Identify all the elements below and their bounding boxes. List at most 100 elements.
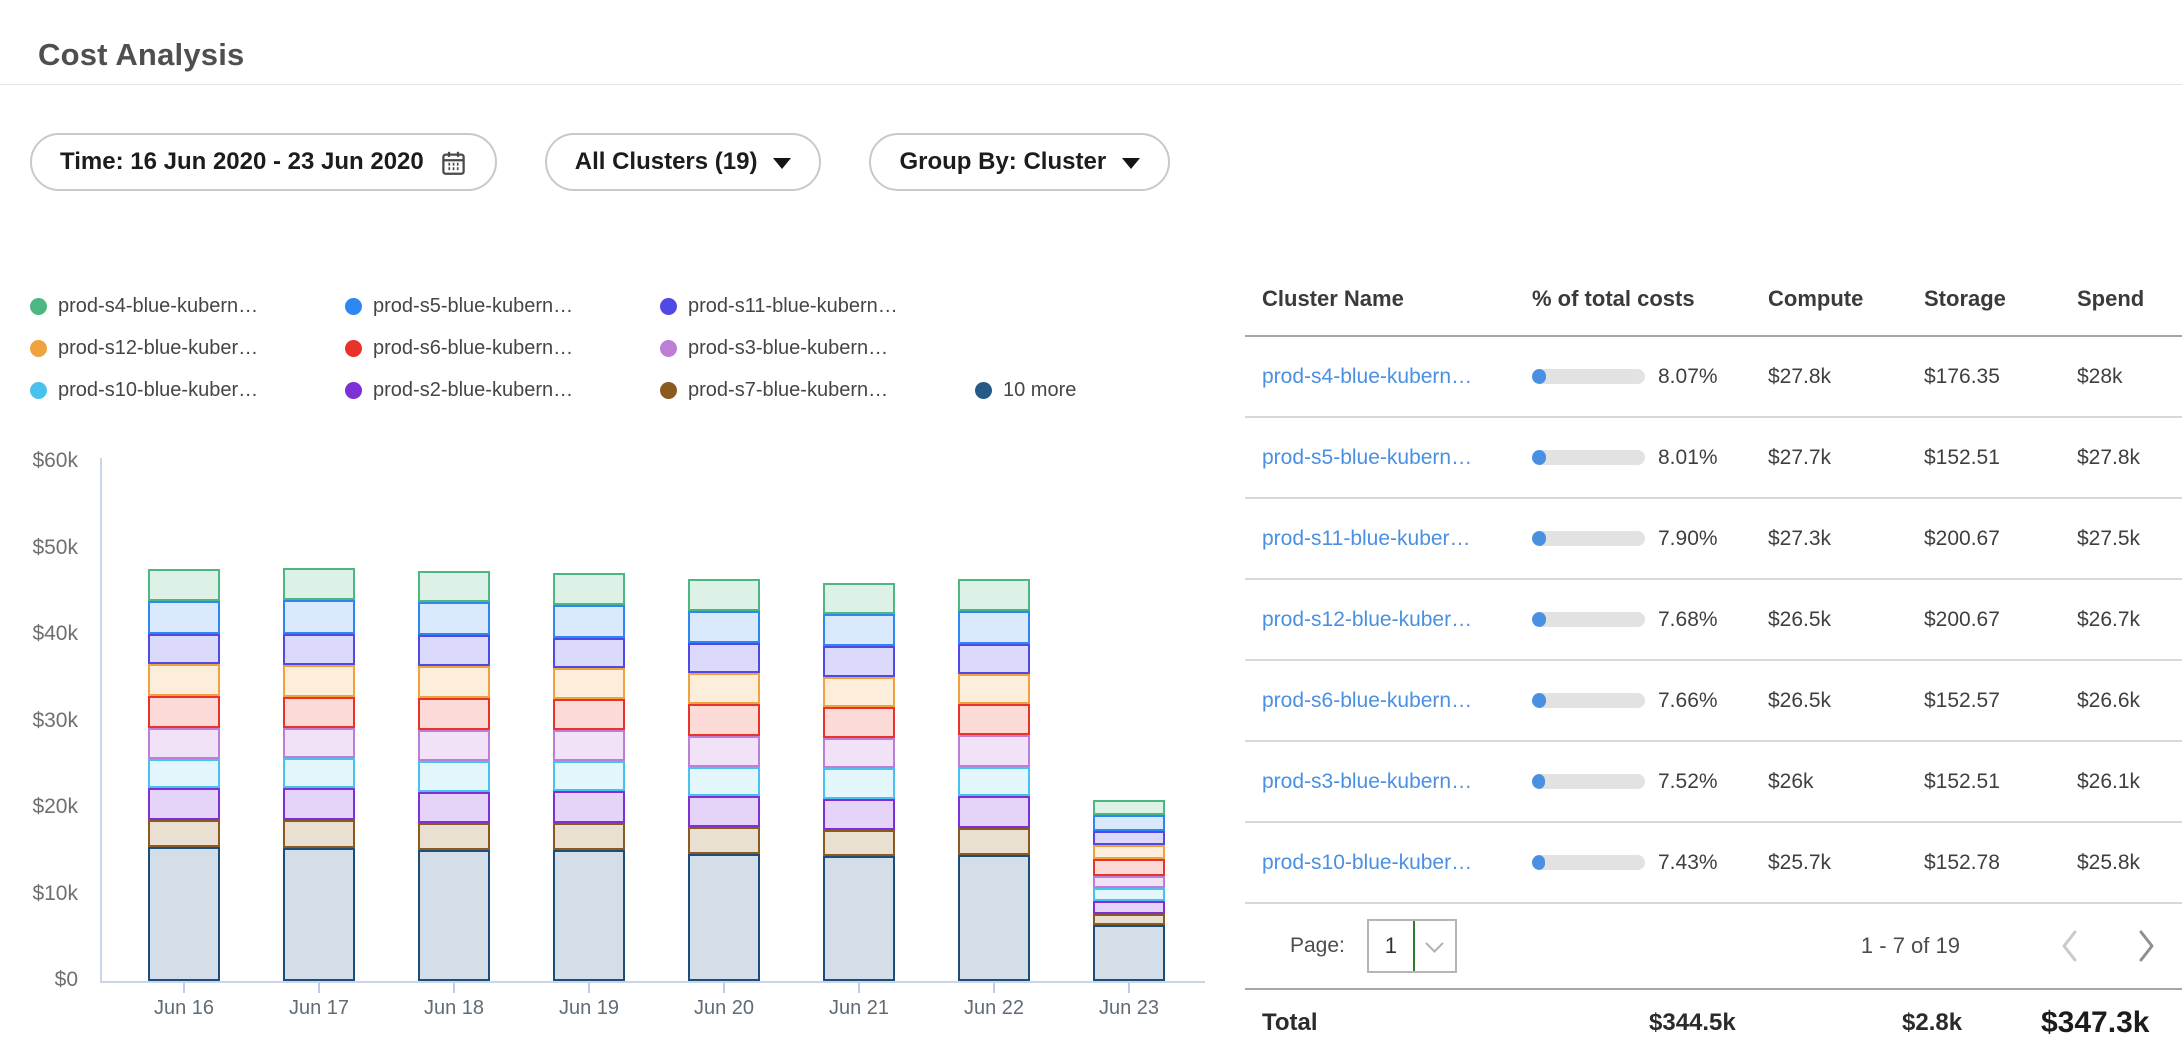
bar-segment-prod-s2-blue-kubern-jun-18[interactable] <box>418 792 490 823</box>
bar-segment-prod-s6-blue-kubern-jun-22[interactable] <box>958 704 1030 735</box>
cluster-name-link[interactable]: prod-s5-blue-kubern… <box>1262 446 1532 470</box>
bar-segment-prod-s12-blue-kuber-jun-19[interactable] <box>553 668 625 699</box>
bar-segment-prod-s5-blue-kubern-jun-16[interactable] <box>148 601 220 634</box>
bar-segment-prod-s6-blue-kubern-jun-17[interactable] <box>283 697 355 728</box>
legend-item-prod-s6-blue-kubern[interactable]: prod-s6-blue-kubern… <box>345 335 660 362</box>
bar-segment-prod-s12-blue-kuber-jun-18[interactable] <box>418 666 490 698</box>
bar-segment-prod-s5-blue-kubern-jun-23[interactable] <box>1093 815 1165 831</box>
legend-item-prod-s5-blue-kubern[interactable]: prod-s5-blue-kubern… <box>345 293 660 320</box>
bar-segment-prod-s6-blue-kubern-jun-20[interactable] <box>688 704 760 736</box>
next-page-button[interactable] <box>2137 929 2156 963</box>
bar-segment-prod-s11-blue-kubern-jun-17[interactable] <box>283 634 355 665</box>
bar-segment-prod-s2-blue-kubern-jun-19[interactable] <box>553 791 625 823</box>
bar-segment-prod-s5-blue-kubern-jun-18[interactable] <box>418 602 490 635</box>
bar-segment-prod-s5-blue-kubern-jun-19[interactable] <box>553 605 625 638</box>
bar-segment-prod-s7-blue-kubern-jun-22[interactable] <box>958 828 1030 855</box>
bar-segment-prod-s12-blue-kuber-jun-20[interactable] <box>688 673 760 704</box>
bar-segment-prod-s11-blue-kubern-jun-23[interactable] <box>1093 831 1165 846</box>
bar-segment-10-more-jun-20[interactable] <box>688 854 760 981</box>
bar-segment-prod-s3-blue-kubern-jun-18[interactable] <box>418 730 490 761</box>
bar-segment-prod-s6-blue-kubern-jun-18[interactable] <box>418 698 490 730</box>
bar-segment-prod-s2-blue-kubern-jun-20[interactable] <box>688 796 760 827</box>
cluster-filter-dropdown[interactable]: All Clusters (19) <box>545 133 822 191</box>
bar-segment-prod-s10-blue-kuber-jun-18[interactable] <box>418 761 490 791</box>
bar-segment-prod-s12-blue-kuber-jun-16[interactable] <box>148 664 220 695</box>
bar-segment-prod-s4-blue-kubern-jun-20[interactable] <box>688 579 760 611</box>
bar-segment-prod-s7-blue-kubern-jun-16[interactable] <box>148 820 220 847</box>
bar-segment-10-more-jun-23[interactable] <box>1093 925 1165 981</box>
bar-segment-prod-s11-blue-kubern-jun-20[interactable] <box>688 643 760 673</box>
bar-segment-prod-s4-blue-kubern-jun-17[interactable] <box>283 568 355 600</box>
bar-segment-prod-s2-blue-kubern-jun-21[interactable] <box>823 799 895 830</box>
bar-segment-prod-s7-blue-kubern-jun-20[interactable] <box>688 827 760 854</box>
bar-segment-prod-s12-blue-kuber-jun-23[interactable] <box>1093 845 1165 859</box>
bar-segment-10-more-jun-21[interactable] <box>823 856 895 981</box>
bar-segment-prod-s6-blue-kubern-jun-16[interactable] <box>148 696 220 728</box>
page-select[interactable]: 1 <box>1367 919 1457 973</box>
legend-item-prod-s11-blue-kubern[interactable]: prod-s11-blue-kubern… <box>660 293 975 320</box>
bar-segment-prod-s4-blue-kubern-jun-19[interactable] <box>553 573 625 605</box>
bar-segment-prod-s3-blue-kubern-jun-21[interactable] <box>823 738 895 768</box>
bar-segment-prod-s10-blue-kuber-jun-20[interactable] <box>688 767 760 796</box>
bar-segment-prod-s4-blue-kubern-jun-23[interactable] <box>1093 800 1165 815</box>
bar-segment-prod-s5-blue-kubern-jun-21[interactable] <box>823 614 895 646</box>
bar-segment-prod-s5-blue-kubern-jun-22[interactable] <box>958 611 1030 644</box>
bar-segment-10-more-jun-16[interactable] <box>148 847 220 981</box>
bar-segment-prod-s10-blue-kuber-jun-16[interactable] <box>148 759 220 788</box>
bar-segment-prod-s12-blue-kuber-jun-21[interactable] <box>823 677 895 707</box>
bar-segment-prod-s11-blue-kubern-jun-21[interactable] <box>823 646 895 676</box>
cluster-name-link[interactable]: prod-s10-blue-kuber… <box>1262 851 1532 875</box>
bar-segment-prod-s12-blue-kuber-jun-22[interactable] <box>958 674 1030 704</box>
cluster-name-link[interactable]: prod-s12-blue-kuber… <box>1262 608 1532 632</box>
legend-item-prod-s12-blue-kuber[interactable]: prod-s12-blue-kuber… <box>30 335 345 362</box>
legend-item-prod-s10-blue-kuber[interactable]: prod-s10-blue-kuber… <box>30 377 345 404</box>
time-range-button[interactable]: Time: 16 Jun 2020 - 23 Jun 2020 <box>30 133 497 191</box>
bar-segment-prod-s11-blue-kubern-jun-22[interactable] <box>958 644 1030 674</box>
bar-segment-prod-s3-blue-kubern-jun-23[interactable] <box>1093 876 1165 889</box>
legend-item-prod-s4-blue-kubern[interactable]: prod-s4-blue-kubern… <box>30 293 345 320</box>
bar-segment-prod-s11-blue-kubern-jun-19[interactable] <box>553 638 625 668</box>
bar-segment-prod-s3-blue-kubern-jun-20[interactable] <box>688 736 760 766</box>
bar-segment-prod-s5-blue-kubern-jun-17[interactable] <box>283 600 355 634</box>
bar-segment-prod-s3-blue-kubern-jun-16[interactable] <box>148 728 220 759</box>
bar-segment-prod-s10-blue-kuber-jun-17[interactable] <box>283 758 355 788</box>
bar-segment-prod-s4-blue-kubern-jun-22[interactable] <box>958 579 1030 611</box>
bar-segment-prod-s12-blue-kuber-jun-17[interactable] <box>283 665 355 697</box>
bar-segment-prod-s2-blue-kubern-jun-22[interactable] <box>958 796 1030 828</box>
bar-segment-prod-s6-blue-kubern-jun-19[interactable] <box>553 699 625 730</box>
bar-segment-prod-s4-blue-kubern-jun-16[interactable] <box>148 569 220 601</box>
bar-segment-prod-s10-blue-kuber-jun-23[interactable] <box>1093 888 1165 900</box>
bar-segment-prod-s2-blue-kubern-jun-23[interactable] <box>1093 901 1165 914</box>
legend-item-prod-s3-blue-kubern[interactable]: prod-s3-blue-kubern… <box>660 335 975 362</box>
bar-segment-prod-s7-blue-kubern-jun-19[interactable] <box>553 823 625 850</box>
cluster-name-link[interactable]: prod-s4-blue-kubern… <box>1262 365 1532 389</box>
bar-segment-prod-s3-blue-kubern-jun-17[interactable] <box>283 728 355 758</box>
bar-segment-prod-s11-blue-kubern-jun-16[interactable] <box>148 634 220 664</box>
legend-item-prod-s2-blue-kubern[interactable]: prod-s2-blue-kubern… <box>345 377 660 404</box>
bar-segment-prod-s6-blue-kubern-jun-23[interactable] <box>1093 859 1165 875</box>
group-by-dropdown[interactable]: Group By: Cluster <box>869 133 1170 191</box>
bar-segment-prod-s10-blue-kuber-jun-21[interactable] <box>823 768 895 798</box>
cluster-name-link[interactable]: prod-s11-blue-kuber… <box>1262 527 1532 551</box>
bar-segment-prod-s7-blue-kubern-jun-21[interactable] <box>823 830 895 856</box>
bar-segment-prod-s6-blue-kubern-jun-21[interactable] <box>823 707 895 738</box>
bar-segment-10-more-jun-19[interactable] <box>553 850 625 981</box>
bar-segment-prod-s7-blue-kubern-jun-23[interactable] <box>1093 914 1165 925</box>
bar-segment-prod-s3-blue-kubern-jun-19[interactable] <box>553 730 625 760</box>
bar-segment-prod-s4-blue-kubern-jun-18[interactable] <box>418 571 490 602</box>
bar-segment-prod-s2-blue-kubern-jun-17[interactable] <box>283 788 355 820</box>
bar-segment-prod-s10-blue-kuber-jun-19[interactable] <box>553 761 625 791</box>
bar-segment-prod-s4-blue-kubern-jun-21[interactable] <box>823 583 895 614</box>
cluster-name-link[interactable]: prod-s3-blue-kubern… <box>1262 770 1532 794</box>
bar-segment-prod-s7-blue-kubern-jun-17[interactable] <box>283 820 355 848</box>
bar-segment-10-more-jun-22[interactable] <box>958 855 1030 981</box>
bar-segment-prod-s7-blue-kubern-jun-18[interactable] <box>418 823 490 850</box>
bar-segment-prod-s2-blue-kubern-jun-16[interactable] <box>148 788 220 820</box>
bar-segment-prod-s3-blue-kubern-jun-22[interactable] <box>958 735 1030 766</box>
legend-item-10-more[interactable]: 10 more <box>975 377 1076 404</box>
bar-segment-10-more-jun-18[interactable] <box>418 850 490 981</box>
bar-segment-prod-s11-blue-kubern-jun-18[interactable] <box>418 635 490 666</box>
bar-segment-10-more-jun-17[interactable] <box>283 848 355 981</box>
cluster-name-link[interactable]: prod-s6-blue-kubern… <box>1262 689 1532 713</box>
legend-item-prod-s7-blue-kubern[interactable]: prod-s7-blue-kubern… <box>660 377 975 404</box>
